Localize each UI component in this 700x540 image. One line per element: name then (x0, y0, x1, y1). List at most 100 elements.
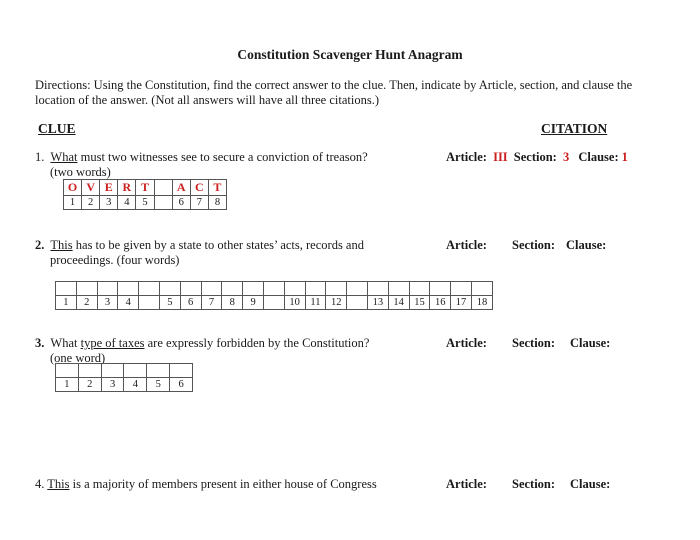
letter-number-cell: 11 (304, 295, 327, 310)
question-text: has to be given by a state to other stat… (72, 238, 364, 252)
article-value: III (493, 150, 508, 164)
letter-number-cell (262, 295, 285, 310)
letter-number-cell: 5 (146, 377, 171, 392)
answer-letter-cell[interactable]: A (171, 179, 191, 196)
answer-grid-2: 1 2 3 4 5 6 7 8 9 10 11 12 13 14 15 16 17 18 (55, 281, 494, 310)
answer-letter-cell[interactable] (146, 363, 171, 378)
letter-number-cell: 6 (169, 377, 193, 392)
page-title: Constitution Scavenger Hunt Anagram (237, 47, 463, 62)
question-keyword: This (47, 477, 70, 491)
letter-number-cell: 6 (179, 295, 202, 310)
section-label: Section: (512, 238, 556, 252)
answer-letter-cell[interactable] (200, 281, 223, 296)
answer-letter-cell[interactable] (153, 179, 173, 196)
question-number: 4. (35, 477, 45, 491)
answer-letter-cell[interactable] (470, 281, 494, 296)
letter-number-cell: 2 (81, 195, 101, 210)
answer-letter-cell[interactable] (366, 281, 389, 296)
letter-number-cell: 3 (99, 195, 119, 210)
answer-letter-cell[interactable] (55, 363, 79, 378)
answer-letter-cell[interactable]: E (99, 179, 119, 196)
question-text: are expressly forbidden by the Constitut… (144, 336, 370, 350)
letter-number-cell: 3 (100, 377, 125, 392)
section-label: Section: (513, 150, 557, 164)
letter-number-cell: 4 (123, 377, 148, 392)
answer-letter-cell[interactable] (179, 281, 202, 296)
question-2-line2: proceedings. (four words) (50, 253, 180, 267)
letter-number-cell: 9 (242, 295, 264, 310)
answer-letter-cell[interactable] (123, 363, 148, 378)
letter-number-cell: 2 (75, 295, 98, 310)
article-label: Article: (446, 238, 487, 252)
answer-letter-cell[interactable] (387, 281, 410, 296)
question-number: 2. (35, 238, 45, 252)
letter-number-cell: 14 (387, 295, 410, 310)
question-number: 3. (35, 336, 45, 350)
letter-number-cell: 3 (96, 295, 119, 310)
answer-letter-cell[interactable]: V (81, 179, 101, 196)
letter-number-cell: 6 (171, 195, 191, 210)
article-label: Article: (446, 477, 487, 491)
question-1: 1. What must two witnesses see to secure… (35, 150, 368, 165)
letter-number-cell: 5 (135, 195, 155, 210)
question-3: 3. What type of taxes are expressly forb… (35, 336, 369, 351)
answer-letter-cell[interactable] (77, 363, 102, 378)
letter-number-cell: 8 (221, 295, 244, 310)
section-label: Section: (512, 477, 556, 491)
answer-letter-cell[interactable]: C (189, 179, 209, 196)
article-label: Article: (446, 336, 487, 350)
question-text-before: What (50, 336, 81, 350)
letter-number-cell: 1 (62, 195, 83, 210)
citation-header: CITATION (541, 121, 608, 136)
answer-letter-cell[interactable] (408, 281, 431, 296)
answer-letter-cell[interactable] (158, 281, 181, 296)
answer-letter-cell[interactable]: T (207, 179, 228, 196)
answer-letter-cell[interactable] (346, 281, 368, 296)
answer-letter-cell[interactable] (100, 363, 125, 378)
letter-number-cell: 4 (117, 195, 137, 210)
letter-number-cell (153, 195, 173, 210)
letter-number-cell: 13 (366, 295, 389, 310)
letter-number-cell: 12 (325, 295, 348, 310)
citation-1: Article: III Section: 3 Clause: 1 (446, 150, 628, 165)
answer-letter-cell[interactable] (304, 281, 327, 296)
answer-letter-cell[interactable] (96, 281, 119, 296)
answer-letter-cell[interactable]: T (135, 179, 155, 196)
letter-number-cell: 8 (207, 195, 228, 210)
letter-number-cell: 16 (429, 295, 452, 310)
question-keyword: type of taxes (80, 336, 145, 350)
answer-letter-cell[interactable] (262, 281, 285, 296)
answer-letter-cell[interactable] (429, 281, 452, 296)
answer-letter-cell[interactable] (55, 281, 77, 296)
citation-2: Article: (446, 238, 487, 253)
letter-number-cell: 18 (470, 295, 494, 310)
answer-letter-cell[interactable]: O (62, 179, 83, 196)
clause-value: 1 (621, 150, 628, 164)
answer-letter-cell[interactable] (169, 363, 193, 378)
question-1-hint: (two words) (50, 165, 111, 179)
answer-letter-cell[interactable] (117, 281, 140, 296)
answer-letter-cell[interactable] (221, 281, 244, 296)
question-4: 4. This is a majority of members present… (35, 477, 377, 492)
letter-number-cell: 15 (408, 295, 431, 310)
answer-letter-cell[interactable] (242, 281, 264, 296)
letter-number-cell (346, 295, 368, 310)
letter-number-cell: 5 (158, 295, 181, 310)
answer-letter-cell[interactable] (138, 281, 160, 296)
letter-number-cell (138, 295, 160, 310)
question-text: must two witnesses see to secure a convi… (77, 150, 368, 164)
answer-letter-cell[interactable] (450, 281, 472, 296)
question-2: 2. This has to be given by a state to ot… (35, 238, 364, 253)
clause-label: Clause: (566, 238, 607, 252)
answer-letter-cell[interactable]: R (117, 179, 137, 196)
question-keyword: This (50, 238, 73, 252)
answer-letter-cell[interactable] (325, 281, 348, 296)
question-text: is a majority of members present in eith… (69, 477, 377, 491)
letter-number-cell: 7 (200, 295, 223, 310)
answer-letter-cell[interactable] (283, 281, 306, 296)
letter-number-cell: 1 (55, 377, 79, 392)
question-keyword: What (50, 150, 78, 164)
question-number: 1. (35, 150, 45, 164)
answer-letter-cell[interactable] (75, 281, 98, 296)
section-label: Section: (512, 336, 556, 350)
